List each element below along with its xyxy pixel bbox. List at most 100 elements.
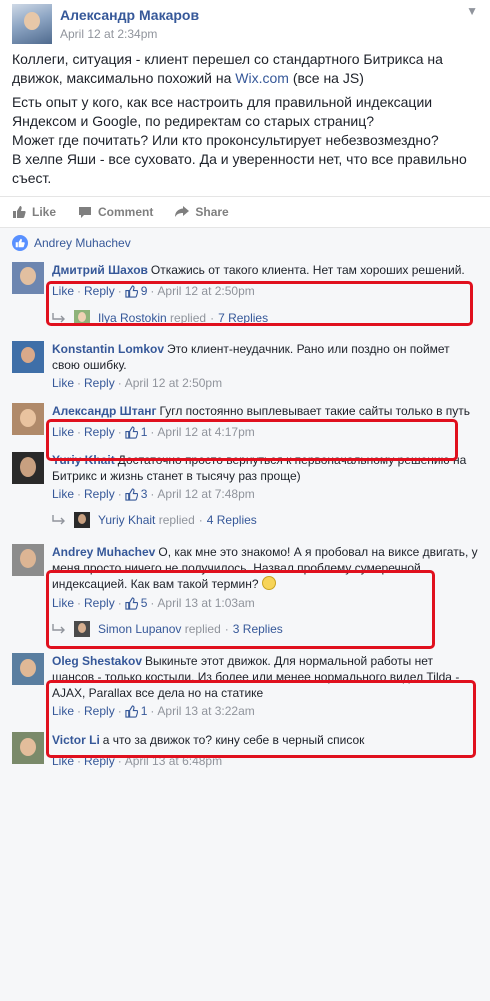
- reply-author[interactable]: Ilya Rostokin: [98, 311, 167, 325]
- comment-like-link[interactable]: Like: [52, 487, 74, 501]
- replies-summary[interactable]: Yuriy Khait replied · 4 Replies: [52, 512, 478, 528]
- likes-summary: Andrey Muhachev: [0, 228, 490, 258]
- comment-button[interactable]: Comment: [78, 205, 153, 219]
- avatar[interactable]: [12, 403, 44, 435]
- comments-list: Дмитрий Шахов Откажись от такого клиента.…: [0, 258, 490, 1001]
- comment-reply-link[interactable]: Reply: [84, 754, 115, 768]
- post-header: Александр Макаров April 12 at 2:34pm ▼: [12, 0, 478, 50]
- avatar[interactable]: [12, 262, 44, 294]
- post-text: (все на JS): [288, 70, 364, 86]
- likers-link[interactable]: Andrey Muhachev: [34, 236, 131, 250]
- thumbs-up-icon: [13, 206, 26, 218]
- comment-body: Откажись от такого клиента. Нет там хоро…: [150, 263, 465, 277]
- comment-text: Yuriy Khait Достаточно просто вернуться к…: [52, 452, 478, 484]
- share-arrow-icon: [175, 206, 190, 217]
- comment-like-link[interactable]: Like: [52, 596, 74, 610]
- avatar[interactable]: [74, 621, 90, 637]
- speech-bubble-icon: [79, 207, 92, 218]
- avatar[interactable]: [12, 732, 44, 764]
- comment-text: Дмитрий Шахов Откажись от такого клиента.…: [52, 262, 465, 278]
- comment-timestamp[interactable]: April 12 at 2:50pm: [157, 284, 254, 298]
- comment-like-count[interactable]: 1: [125, 704, 147, 718]
- comment-body: а что за движок то? кину себе в черный с…: [102, 733, 365, 747]
- avatar[interactable]: [74, 512, 90, 528]
- reply-author[interactable]: Yuriy Khait: [98, 513, 155, 527]
- author-avatar[interactable]: [12, 4, 52, 44]
- reply-arrow-icon: [52, 624, 65, 634]
- wix-link[interactable]: Wix.com: [235, 70, 289, 86]
- comment-reply-link[interactable]: Reply: [84, 425, 115, 439]
- comment-like-link[interactable]: Like: [52, 425, 74, 439]
- comment-like-link[interactable]: Like: [52, 704, 74, 718]
- comment: Дмитрий Шахов Откажись от такого клиента.…: [12, 258, 478, 298]
- comment-timestamp[interactable]: April 12 at 4:17pm: [157, 425, 254, 439]
- comment-timestamp[interactable]: April 13 at 1:03am: [157, 596, 254, 610]
- replied-label: replied: [158, 513, 195, 527]
- smiley-emoji-icon: [261, 576, 276, 590]
- avatar[interactable]: [12, 341, 44, 373]
- comment-meta: Like · Reply · 1 · April 13 at 3:22am: [52, 704, 255, 718]
- comment-like-link[interactable]: Like: [52, 284, 74, 298]
- post-timestamp[interactable]: April 12 at 2:34pm: [60, 27, 199, 41]
- comment-timestamp[interactable]: April 13 at 3:22am: [157, 704, 254, 718]
- comment-timestamp[interactable]: April 12 at 2:50pm: [125, 376, 222, 390]
- chevron-down-icon[interactable]: ▼: [466, 4, 478, 18]
- thumbs-up-outline-icon: [125, 596, 138, 610]
- share-button[interactable]: Share: [175, 205, 229, 219]
- comment-author[interactable]: Andrey Muhachev: [52, 545, 155, 559]
- comment: Oleg Shestakov Выкиньте этот движок. Для …: [12, 653, 478, 718]
- like-badge-icon: [12, 235, 28, 251]
- comment-author[interactable]: Konstantin Lomkov: [52, 342, 164, 356]
- comment-like-count[interactable]: 3: [125, 487, 147, 501]
- reply-author[interactable]: Simon Lupanov: [98, 622, 181, 636]
- reply-arrow-icon: [52, 313, 65, 323]
- replied-label: replied: [184, 622, 221, 636]
- comment-author[interactable]: Александр Штанг: [52, 404, 157, 418]
- post-paragraph: Может где почитать? Или кто проконсульти…: [12, 131, 478, 150]
- replied-label: replied: [170, 311, 207, 325]
- avatar[interactable]: [12, 653, 44, 685]
- post-author-name[interactable]: Александр Макаров: [60, 7, 199, 23]
- comment: Victor Li а что за движок то? кину себе в…: [12, 732, 478, 768]
- comment-like-link[interactable]: Like: [52, 376, 74, 390]
- reply-count[interactable]: 3 Replies: [233, 622, 283, 636]
- comment-meta: Like · Reply · 9 · April 12 at 2:50pm: [52, 284, 255, 298]
- post-actions: Like Comment Share: [0, 196, 490, 228]
- share-label: Share: [195, 205, 229, 219]
- avatar[interactable]: [12, 544, 44, 576]
- comment-reply-link[interactable]: Reply: [84, 376, 115, 390]
- avatar[interactable]: [74, 310, 90, 326]
- thumbs-up-outline-icon: [125, 704, 138, 718]
- post-text: Коллеги, ситуация - клиент перешел со ст…: [12, 51, 443, 86]
- comment-meta: Like · Reply · April 13 at 6:48pm: [52, 754, 223, 768]
- comment-like-count[interactable]: 1: [125, 425, 147, 439]
- reply-count[interactable]: 4 Replies: [207, 513, 257, 527]
- post-text: В хелпе Яши - все суховато. Да и уверенн…: [12, 151, 467, 186]
- comment-text: Konstantin Lomkov Это клиент-неудачник. Р…: [52, 341, 478, 373]
- comment-author[interactable]: Oleg Shestakov: [52, 654, 142, 668]
- thumbs-up-outline-icon: [125, 487, 138, 501]
- comment-author[interactable]: Дмитрий Шахов: [52, 263, 148, 277]
- reply-count[interactable]: 7 Replies: [218, 311, 268, 325]
- avatar[interactable]: [12, 452, 44, 484]
- comment-author[interactable]: Victor Li: [52, 733, 100, 747]
- comment-like-count[interactable]: 5: [125, 596, 147, 610]
- post: Александр Макаров April 12 at 2:34pm ▼ К…: [0, 0, 490, 228]
- comment-reply-link[interactable]: Reply: [84, 704, 115, 718]
- post-text: Может где почитать? Или кто проконсульти…: [12, 132, 439, 148]
- replies-summary[interactable]: Simon Lupanov replied · 3 Replies: [52, 621, 478, 637]
- comment-like-link[interactable]: Like: [52, 754, 74, 768]
- comment-meta: Like · Reply · 1 · April 12 at 4:17pm: [52, 425, 255, 439]
- like-button[interactable]: Like: [12, 205, 56, 219]
- comment-reply-link[interactable]: Reply: [84, 596, 115, 610]
- post-paragraph: Есть опыт у кого, как все настроить для …: [12, 93, 478, 131]
- replies-summary[interactable]: Ilya Rostokin replied · 7 Replies: [52, 310, 478, 326]
- comment-reply-link[interactable]: Reply: [84, 284, 115, 298]
- comment-like-count[interactable]: 9: [125, 284, 147, 298]
- comment-timestamp[interactable]: April 13 at 6:48pm: [125, 754, 222, 768]
- comment-author[interactable]: Yuriy Khait: [52, 453, 115, 467]
- comment-text: Oleg Shestakov Выкиньте этот движок. Для …: [52, 653, 478, 701]
- comment-label: Comment: [98, 205, 154, 219]
- comment-reply-link[interactable]: Reply: [84, 487, 115, 501]
- comment-timestamp[interactable]: April 12 at 7:48pm: [157, 487, 254, 501]
